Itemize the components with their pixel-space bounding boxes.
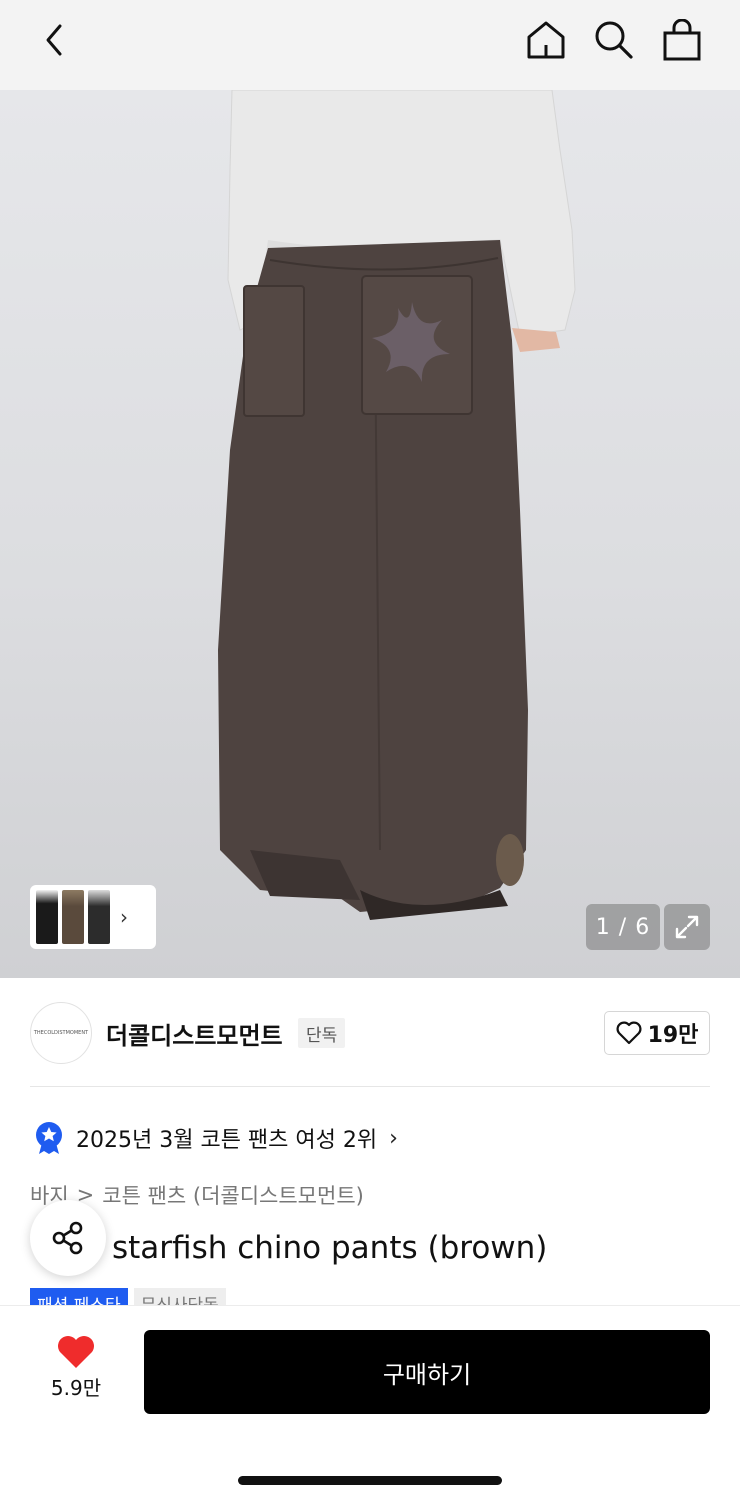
thumb-brown[interactable] bbox=[62, 890, 84, 944]
product-title: starfish chino pants (brown) bbox=[30, 1230, 547, 1266]
bottom-purchase-bar: 5.9만 구매하기 bbox=[0, 1305, 740, 1500]
exclusive-badge: 단독 bbox=[298, 1018, 346, 1048]
divider bbox=[30, 1086, 710, 1087]
home-button[interactable] bbox=[520, 14, 572, 66]
ranking-badge-icon bbox=[36, 1122, 62, 1154]
share-button[interactable] bbox=[30, 1200, 106, 1276]
search-icon bbox=[595, 21, 633, 59]
brand-row: THECOLDISTMOMENT 더콜디스트모먼트 단독 19만 bbox=[30, 1002, 710, 1064]
expand-icon bbox=[675, 915, 699, 939]
brand-logo-text: THECOLDISTMOMENT bbox=[33, 1030, 89, 1036]
thumb-dark[interactable] bbox=[88, 890, 110, 944]
buy-button[interactable]: 구매하기 bbox=[144, 1330, 710, 1414]
product-title-text: starfish chino pants (brown) bbox=[112, 1230, 548, 1266]
chevron-left-icon bbox=[46, 24, 62, 56]
wishlist-count: 5.9만 bbox=[50, 1376, 102, 1400]
tag-fashion-festa: 패션 페스타 bbox=[30, 1288, 128, 1306]
shopping-bag-icon bbox=[663, 19, 701, 61]
share-icon bbox=[52, 1221, 83, 1255]
heart-filled-icon bbox=[58, 1336, 94, 1368]
product-image-gallery[interactable]: › 1 / 6 bbox=[0, 90, 740, 978]
brand-name[interactable]: 더콜디스트모먼트 bbox=[106, 1016, 283, 1051]
back-button[interactable] bbox=[28, 14, 80, 66]
top-nav-bar bbox=[0, 0, 740, 90]
wishlist-button[interactable]: 5.9만 bbox=[42, 1334, 110, 1401]
ranking-link[interactable]: 2025년 3월 코튼 팬츠 여성 2위 › bbox=[34, 1120, 398, 1156]
heart-outline-icon bbox=[616, 1021, 642, 1045]
brand-like-count: 19만 bbox=[647, 1023, 699, 1048]
brand-logo[interactable]: THECOLDISTMOMENT bbox=[30, 1002, 92, 1064]
home-icon bbox=[527, 21, 565, 59]
chevron-right-icon: › bbox=[120, 905, 128, 929]
ranking-text: 2025년 3월 코튼 팬츠 여성 2위 bbox=[76, 1128, 378, 1153]
product-photo bbox=[218, 90, 576, 920]
home-indicator bbox=[238, 1476, 502, 1485]
tag-musinsa-exclusive: 무신사단독 bbox=[133, 1288, 226, 1306]
color-variant-thumbnails[interactable]: › bbox=[30, 885, 156, 949]
breadcrumb-subcategory[interactable]: 코튼 팬츠 (더콜디스트모먼트) bbox=[102, 1180, 364, 1210]
product-tags: 패션 페스타 무신사단독 bbox=[30, 1288, 226, 1306]
brand-like-button[interactable]: 19만 bbox=[604, 1011, 710, 1055]
chevron-right-icon: › bbox=[389, 1125, 398, 1151]
thumb-black[interactable] bbox=[36, 890, 58, 944]
fullscreen-button[interactable] bbox=[664, 904, 710, 950]
cart-button[interactable] bbox=[656, 14, 708, 66]
search-button[interactable] bbox=[588, 14, 640, 66]
image-counter: 1 / 6 bbox=[586, 904, 660, 950]
